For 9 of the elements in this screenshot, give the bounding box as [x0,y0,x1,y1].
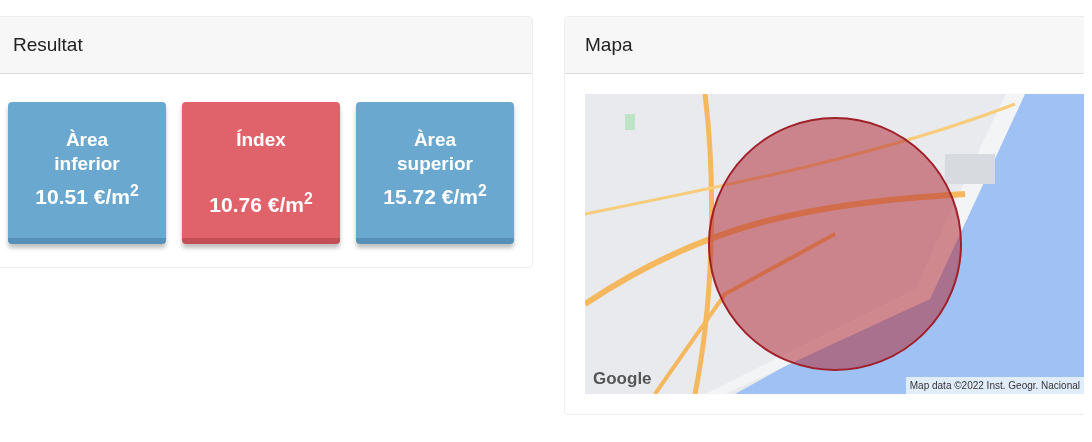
card-title: Mapa [585,32,633,57]
tile-value: 15.72 €/m$^{2}$ [383,184,487,210]
tile-label: Àrea inferior [53,128,121,176]
map-attribution[interactable]: Map data ©2022 Inst. Geogr. Nacional [905,377,1084,394]
tile-value: 10.51 €/m$^{2}$ [35,184,139,210]
card-title: Resultat [13,32,83,57]
tile-label: Àrea superior [396,128,474,176]
tile-value: 10.76 €/m$^{2}$ [209,192,313,218]
tile-label: Índex [235,128,287,152]
